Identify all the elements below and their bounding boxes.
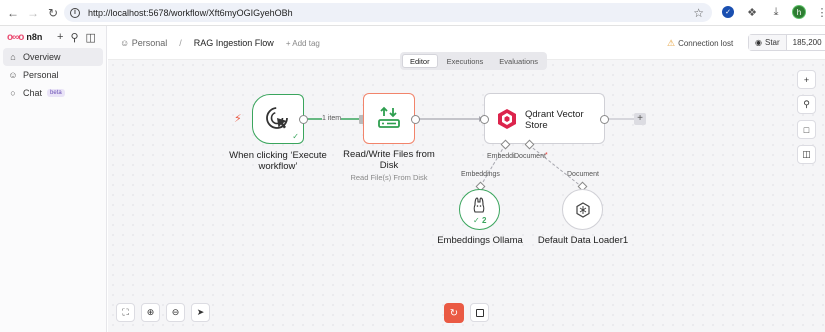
required-mark: * — [545, 152, 548, 159]
sidebar-item-label: Personal — [23, 70, 59, 80]
plus-icon[interactable]: + — [57, 31, 63, 44]
zoom-in-icon[interactable]: ⊕ — [141, 303, 160, 322]
user-icon: ☺ — [120, 38, 130, 48]
github-star-button[interactable]: ◉ Star 185,200 — [748, 34, 825, 51]
github-star[interactable]: ◉ Star — [749, 35, 787, 50]
document-hexagon-icon — [576, 202, 590, 218]
input-port[interactable] — [480, 115, 489, 124]
port-label: Embeddings — [461, 171, 500, 178]
node-label: Default Data Loader1 — [537, 235, 629, 246]
sidebar-item-label: Overview — [23, 52, 61, 62]
sidebar-item-overview[interactable]: ⌂ Overview — [3, 48, 103, 66]
owner-label: Personal — [131, 38, 168, 48]
github-star-label: Star — [764, 38, 780, 47]
browser-toolbar: ← → ↻ i http://localhost:5678/workflow/X… — [0, 0, 825, 26]
breadcrumb: ☺ Personal / RAG Ingestion Flow + Add ta… — [120, 38, 320, 48]
node-manual-trigger[interactable]: ✓ — [252, 94, 304, 144]
node-default-data-loader[interactable] — [562, 189, 603, 230]
execute-workflow-button[interactable]: ↻ — [444, 303, 464, 323]
port-label-embeddings: Embeddi — [487, 153, 515, 160]
success-check-icon: ✓ — [292, 132, 299, 141]
add-node-icon[interactable]: + — [797, 70, 816, 89]
panel-toggle-icon[interactable]: ◫ — [797, 145, 816, 164]
search-nodes-icon[interactable]: ⚲ — [797, 95, 816, 114]
add-node-button[interactable]: + — [634, 113, 646, 125]
stop-button[interactable] — [470, 303, 489, 322]
bookmark-star-icon[interactable]: ☆ — [693, 6, 704, 20]
canvas-zoom-toolbar: ⛶ ⊕ ⊖ ➤ — [116, 303, 210, 322]
spinner-icon: ↻ — [449, 307, 459, 319]
breadcrumb-owner[interactable]: ☺ Personal — [120, 38, 167, 48]
node-label: When clicking ‘Execute workflow’ — [229, 150, 327, 172]
brand-name: n8n — [26, 32, 43, 42]
back-icon[interactable]: ← — [3, 3, 23, 23]
connection-status-text: Connection lost — [678, 39, 734, 48]
file-transfer-icon — [378, 106, 400, 128]
connection-document — [528, 144, 583, 188]
extension-icon[interactable]: ✓ — [720, 4, 736, 20]
output-port[interactable] — [600, 115, 609, 124]
trigger-lightning-icon: ⚡ — [234, 113, 242, 125]
breadcrumb-separator: / — [179, 38, 182, 48]
address-bar[interactable]: i http://localhost:5678/workflow/Xft6myO… — [64, 3, 712, 22]
zoom-out-icon[interactable]: ⊖ — [166, 303, 185, 322]
sidebar-item-label: Chat — [23, 88, 43, 98]
port-label: Document — [567, 171, 599, 178]
node-embeddings-ollama[interactable]: ✓ 2 — [459, 189, 500, 230]
workflow-title[interactable]: RAG Ingestion Flow — [194, 38, 274, 48]
home-icon: ⌂ — [10, 52, 16, 62]
workflow-canvas[interactable]: Editor Executions Evaluations ✓ ⚡ When c… — [108, 52, 825, 332]
select-pointer-icon[interactable]: ➤ — [191, 303, 210, 322]
menu-icon[interactable]: ⋮ — [814, 4, 825, 20]
fit-view-icon[interactable]: ⛶ — [116, 303, 135, 322]
connection-status: ⚠ Connection lost — [667, 38, 733, 49]
stop-icon — [475, 308, 484, 317]
node-subtitle: Read File(s) From Disk — [350, 173, 428, 182]
port-label-document: Document — [514, 153, 546, 160]
node-read-write-files[interactable] — [363, 93, 415, 144]
output-port[interactable] — [411, 115, 420, 124]
output-port[interactable] — [299, 115, 308, 124]
github-star-count: 185,200 — [792, 38, 822, 47]
chat-icon: ○ — [10, 88, 16, 98]
canvas-right-toolbar: + ⚲ □ ◫ — [797, 70, 816, 164]
sidebar: o∞o n8n + ⚲ ◫ ⌂ Overview ☺ Personal ○ Ch… — [0, 26, 107, 332]
beta-badge: beta — [47, 89, 65, 97]
ollama-llama-icon — [473, 197, 485, 213]
n8n-logo-icon: o∞o — [7, 31, 24, 43]
pointer-click-icon — [266, 107, 288, 129]
connection-item-count: 1 item — [322, 115, 342, 122]
collapse-sidebar-icon[interactable]: ◫ — [86, 31, 96, 44]
github-icon: ◉ — [755, 38, 762, 47]
sidebar-item-personal[interactable]: ☺ Personal — [3, 66, 103, 84]
sidebar-item-chat[interactable]: ○ Chat beta — [3, 84, 103, 102]
add-tag-button[interactable]: + Add tag — [286, 39, 320, 48]
warning-icon: ⚠ — [667, 38, 676, 48]
user-icon: ☺ — [8, 70, 18, 80]
site-info-icon[interactable]: i — [70, 7, 80, 18]
forward-icon[interactable]: → — [23, 3, 43, 23]
node-qdrant-vector-store[interactable]: Qdrant Vector Store — [484, 93, 605, 144]
node-label: Qdrant Vector Store — [525, 109, 584, 131]
search-icon[interactable]: ⚲ — [70, 31, 78, 44]
download-icon[interactable]: ⤓ — [768, 4, 784, 20]
qdrant-logo-icon — [498, 109, 516, 129]
sticky-note-icon[interactable]: □ — [797, 120, 816, 139]
url-text: http://localhost:5678/workflow/Xft6myOGI… — [88, 7, 293, 18]
puzzle-icon[interactable]: ❖ — [744, 4, 760, 20]
reload-icon[interactable]: ↻ — [43, 3, 63, 23]
node-label: Embeddings Ollama — [437, 235, 523, 246]
run-count: 2 — [482, 216, 487, 225]
connection-embeddings — [479, 144, 506, 188]
node-label: Read/Write Files from Disk — [343, 149, 435, 171]
profile-avatar[interactable]: h — [792, 5, 806, 19]
success-check-icon: ✓ — [473, 216, 480, 225]
